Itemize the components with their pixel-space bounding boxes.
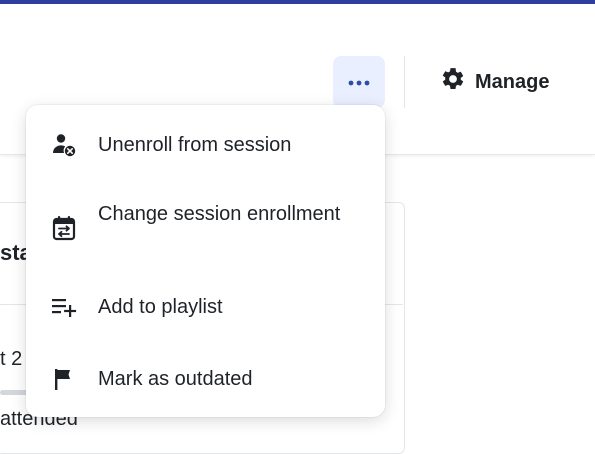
calendar-swap-icon: [50, 214, 78, 242]
menu-item-unenroll[interactable]: Unenroll from session: [26, 125, 385, 165]
card-row-text: t 2: [0, 348, 23, 370]
flag-icon: [50, 365, 78, 393]
menu-item-change-enrollment[interactable]: Change session enrollment: [26, 197, 385, 261]
menu-item-label: Change session enrollment: [98, 203, 341, 225]
manage-button[interactable]: Manage: [440, 66, 549, 98]
menu-item-label: Unenroll from session: [98, 134, 292, 156]
header-divider: [404, 56, 405, 108]
menu-item-mark-outdated[interactable]: Mark as outdated: [26, 359, 385, 399]
gear-icon: [440, 66, 466, 98]
user-remove-icon: [50, 131, 78, 159]
more-options-menu: Unenroll from session Change session enr…: [26, 105, 385, 417]
more-options-button[interactable]: [333, 56, 385, 108]
menu-item-label: Mark as outdated: [98, 368, 253, 390]
playlist-add-icon: [50, 293, 78, 321]
menu-item-add-to-playlist[interactable]: Add to playlist: [26, 287, 385, 327]
menu-item-label: Add to playlist: [98, 296, 223, 318]
ellipsis-icon: [348, 73, 370, 91]
manage-label: Manage: [475, 70, 550, 93]
